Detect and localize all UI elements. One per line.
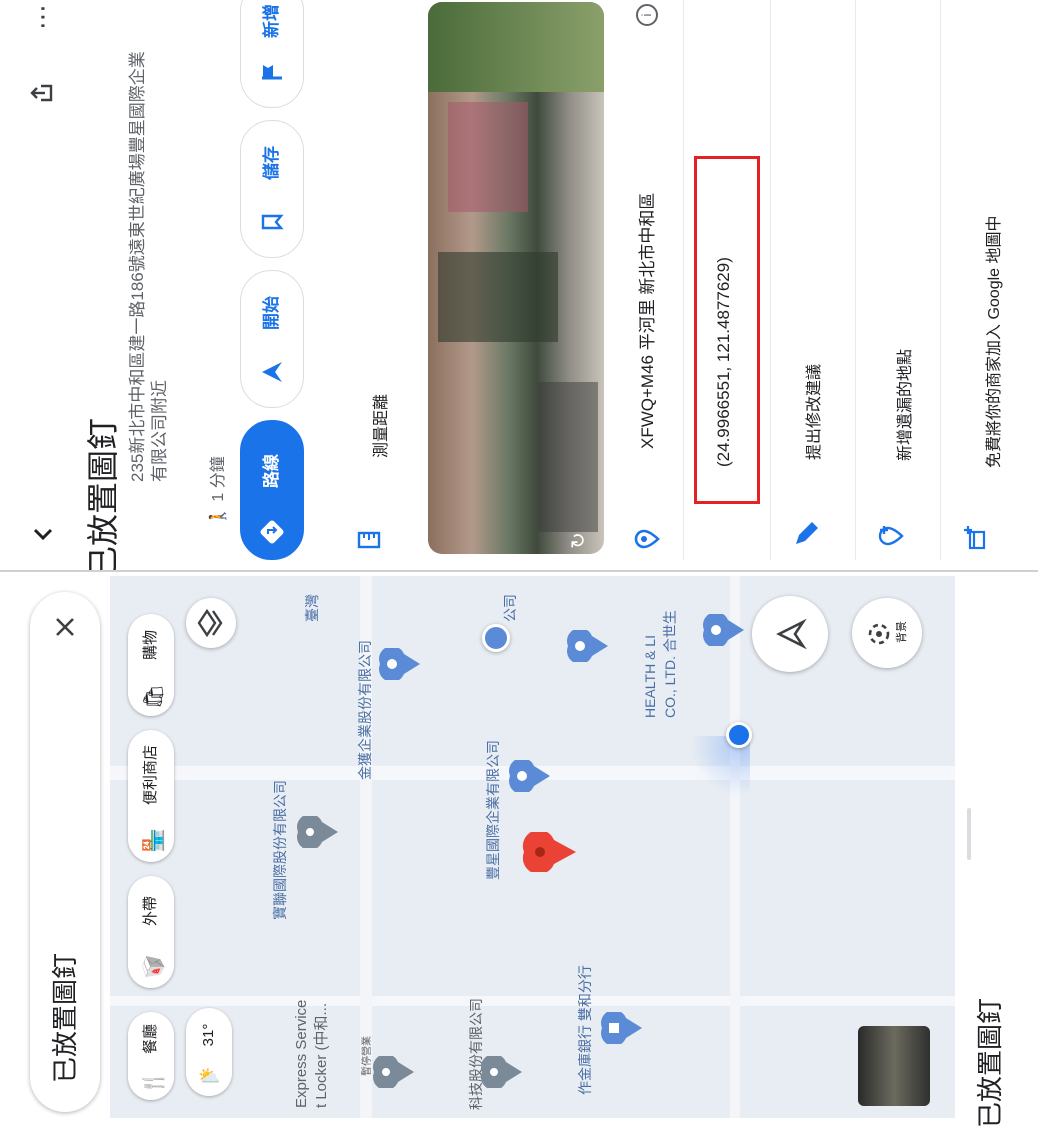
walk-time: 🚶 1 分鐘 [204,446,227,526]
shop-window [438,252,558,342]
bank-marker[interactable] [600,1010,644,1049]
location-pin-icon [633,525,661,553]
business-marker[interactable] [702,612,746,651]
place-address: 235新北市中和區建一路186號遠東世紀廣場豐星國際企業有限公司附近 [127,44,171,482]
street-view-photo[interactable]: ↻ [428,2,604,554]
place-detail-panel: ⋯ 已放置圖釘 235新北市中和區建一路186號遠東世紀廣場豐星國際企業有限公司… [0,0,1038,578]
street-view-layer-label: 背景 [896,621,908,643]
chip-convenience-label: 便利商店 [142,745,159,806]
directions-label: 路線 [262,454,281,488]
health-line1: HEALTH & LI [642,635,658,718]
directions-button[interactable]: 路線 [240,420,304,560]
place-title: 已放置圖釘 [85,417,121,578]
dropped-pin-marker[interactable] [520,829,580,877]
takeout-icon: 🥡 [142,954,165,979]
row-divider [855,0,856,560]
poi-label-company2: 金獲企業股份有限公司 [357,640,373,780]
info-icon[interactable]: i [636,4,658,26]
pencil-icon [790,520,820,550]
poi-label-company1: 寶聯國際股份有限公司 [272,780,288,920]
bookmark-icon [259,209,285,235]
poi-marker[interactable] [480,1054,524,1093]
sidewalk-region [538,382,598,532]
add-missing-place-link[interactable]: 新增遺漏的地點 [893,321,919,461]
place-thumbnail[interactable] [858,1026,930,1106]
plus-code[interactable]: XFWQ+M46 平河里 新北市中和區 [635,169,661,449]
temperature: 31° [200,1023,217,1047]
sheet-drag-handle[interactable] [967,808,971,860]
search-input[interactable]: 已放置圖釘 [47,913,83,1083]
search-bar[interactable]: 已放置圖釘 [30,592,100,1112]
walk-icon: 🚶 [210,506,227,526]
sun-cloud-icon: ⛅ [198,1066,221,1086]
add-business-icon [962,525,988,551]
address-text: 235新北市中和區建一路186號遠東世紀廣場豐星國際企業有限公司附近 [128,51,169,482]
row-divider [770,0,771,560]
measure-distance-label[interactable]: 測量距離 [369,358,395,458]
business-marker[interactable] [378,646,422,685]
coordinates-highlight-box [694,156,760,504]
street-view-layer-button[interactable]: 背景 [852,598,922,668]
poi-label-corner1: 臺灣 [304,594,320,622]
chip-restaurants[interactable]: 🍴 餐廳 [128,1012,174,1100]
poi-marker[interactable] [296,814,340,853]
express-line2: t Locker (中和... [313,1002,330,1108]
row-divider [940,0,941,560]
chip-shopping[interactable]: 🛍 購物 [128,614,174,716]
storefront-sign [448,102,528,212]
express-line1: Express Service [293,999,310,1108]
chip-restaurants-label: 餐廳 [142,1024,159,1055]
add-business-link[interactable]: 免費將你的商家加入 Google 地圖中 [982,158,1008,469]
recenter-button[interactable] [752,596,828,672]
poi-label-company3: 豐星國際企業有限公司 [485,740,501,880]
my-location-dot [726,722,752,748]
chip-convenience[interactable]: 🏪 便利商店 [128,730,174,862]
share-icon[interactable] [28,78,58,108]
restaurant-icon: 🍴 [142,1070,165,1095]
layers-button[interactable] [186,598,236,648]
chip-takeout[interactable]: 🥡 外帶 [128,876,174,988]
poi-label-express: Express Service t Locker (中和... [292,948,332,1108]
add-label-button[interactable]: 新增 [240,0,304,108]
trees-region [428,2,604,92]
layers-icon [197,608,223,638]
directions-icon [259,519,285,545]
shopping-bag-icon: 🛍 [143,683,166,710]
business-marker[interactable] [508,758,552,797]
flag-icon [259,59,285,85]
start-button[interactable]: 開始 [240,270,304,408]
weather-badge[interactable]: ⛅ 31° [186,1008,232,1096]
bottom-sheet[interactable]: 已放置圖釘 [955,576,1038,1128]
suggest-edit-link[interactable]: 提出修改建議 [802,340,828,460]
row-divider [683,0,684,560]
poi-marker[interactable] [372,1054,416,1093]
ruler-icon[interactable] [356,527,382,553]
close-icon[interactable] [52,614,78,640]
more-options-icon[interactable]: ⋯ [27,4,57,30]
map-road [110,996,955,1006]
chip-shopping-label: 購物 [142,630,159,661]
place-marker[interactable] [482,624,510,652]
chip-takeout-label: 外帶 [142,896,159,927]
navigation-arrow-icon [259,359,285,385]
compass-arrow-icon [776,618,807,650]
sheet-title: 已放置圖釘 [975,997,1005,1128]
add-place-icon [877,522,905,550]
street-view-icon: ↻ [567,532,590,549]
store-icon: 🏪 [142,828,165,853]
health-line2: CO., LTD. 合世生 [662,610,678,718]
walk-time-text: 1 分鐘 [210,456,227,502]
add-label: 新增 [262,4,281,38]
poi-label-corner2: 公司 [502,594,518,622]
collapse-chevron-icon[interactable] [28,520,58,550]
save-button[interactable]: 儲存 [240,120,304,258]
map-road [730,576,740,1118]
save-label: 儲存 [262,146,281,180]
business-marker[interactable] [566,628,610,667]
start-label: 開始 [262,296,281,330]
poi-label-health: HEALTH & LI CO., LTD. 合世生 [640,578,680,718]
poi-label-bank: 作金庫銀行 雙和分行 [577,965,593,1095]
